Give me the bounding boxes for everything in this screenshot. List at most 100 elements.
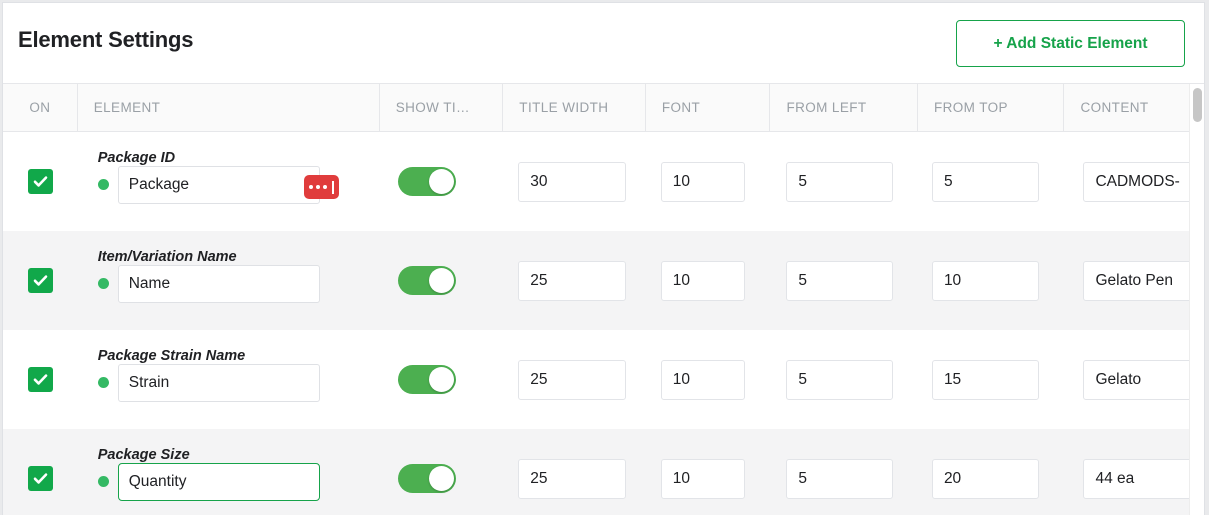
title-width-cell	[503, 429, 646, 515]
from-left-cell	[770, 429, 918, 515]
font-cell	[646, 429, 771, 515]
from-top-input[interactable]	[931, 260, 1039, 301]
dot-glyph	[315, 185, 320, 189]
column-header-show-title: SHOW TI…	[380, 84, 504, 131]
font-input[interactable]	[660, 359, 745, 400]
check-icon	[33, 374, 48, 385]
table-row: Package Size	[3, 429, 1204, 515]
content-input[interactable]	[1083, 458, 1202, 499]
from-top-cell	[918, 132, 1065, 231]
dot-glyph	[308, 185, 313, 189]
app-root: Element Settings + Add Static Element ON…	[0, 0, 1209, 515]
from-top-input[interactable]	[931, 161, 1039, 202]
element-title-input[interactable]	[117, 166, 320, 204]
from-top-cell	[918, 330, 1065, 429]
add-static-element-button[interactable]: + Add Static Element	[956, 20, 1185, 67]
element-title-input[interactable]	[117, 265, 320, 303]
table-header-row: ON ELEMENT SHOW TI… TITLE WIDTH FONT FRO…	[3, 84, 1204, 132]
element-name-label: Package Strain Name	[97, 348, 246, 364]
column-header-from-left: FROM LEFT	[770, 84, 918, 131]
status-dot-icon	[97, 179, 109, 190]
show-title-toggle[interactable]	[397, 167, 456, 196]
from-left-input[interactable]	[786, 458, 894, 499]
title-width-input[interactable]	[518, 359, 627, 400]
element-name-label: Package Size	[97, 447, 190, 463]
title-width-input[interactable]	[518, 458, 627, 499]
element-cell: Item/Variation Name	[78, 231, 380, 330]
column-header-font: FONT	[646, 84, 771, 131]
table-body: Package ID Package 30 10 5 5 CADMODS- It…	[3, 132, 1204, 515]
from-left-input[interactable]	[786, 260, 894, 301]
row-enable-cell	[3, 429, 78, 515]
font-input[interactable]	[660, 260, 745, 301]
check-icon	[33, 176, 48, 187]
row-enabled-checkbox[interactable]	[27, 169, 53, 194]
status-dot-icon	[97, 278, 109, 289]
column-header-from-top: FROM TOP	[918, 84, 1065, 131]
from-top-cell	[918, 429, 1065, 515]
column-header-element: ELEMENT	[78, 84, 380, 131]
element-cell: Package Strain Name	[78, 330, 380, 429]
element-settings-panel: Element Settings + Add Static Element ON…	[2, 2, 1205, 515]
element-cell: Package Size	[78, 429, 380, 515]
element-title-input[interactable]	[117, 364, 320, 402]
from-left-input[interactable]	[786, 161, 894, 202]
more-options-badge-button[interactable]	[303, 175, 339, 199]
content-input[interactable]	[1083, 260, 1202, 301]
from-top-input[interactable]	[931, 458, 1039, 499]
row-enabled-checkbox[interactable]	[27, 367, 53, 392]
column-header-content: CONTENT	[1080, 100, 1149, 115]
show-title-toggle[interactable]	[397, 464, 456, 493]
row-enabled-checkbox[interactable]	[27, 466, 53, 491]
title-width-cell	[503, 132, 646, 231]
content-cell	[1064, 330, 1204, 429]
from-top-input[interactable]	[931, 359, 1039, 400]
settings-table: ON ELEMENT SHOW TI… TITLE WIDTH FONT FRO…	[3, 84, 1204, 515]
content-cell	[1064, 429, 1204, 515]
from-left-cell	[770, 231, 918, 330]
show-title-cell	[380, 330, 504, 429]
column-header-title-width: TITLE WIDTH	[503, 84, 646, 131]
check-icon	[33, 275, 48, 286]
from-left-input[interactable]	[786, 359, 894, 400]
panel-header: Element Settings + Add Static Element	[3, 3, 1204, 84]
font-cell	[646, 132, 771, 231]
toggle-knob	[428, 466, 454, 491]
font-input[interactable]	[660, 161, 745, 202]
content-input[interactable]	[1083, 161, 1202, 202]
title-width-cell	[503, 330, 646, 429]
status-dot-icon	[97, 377, 109, 388]
page-title: Element Settings	[18, 27, 194, 52]
row-enable-cell	[3, 132, 78, 231]
column-header-on: ON	[3, 84, 78, 131]
from-left-cell	[770, 132, 918, 231]
scrollbar-thumb[interactable]	[1193, 88, 1202, 122]
vertical-scrollbar[interactable]	[1189, 84, 1204, 515]
table-row: Package ID	[3, 132, 1204, 231]
row-enable-cell	[3, 231, 78, 330]
toggle-knob	[428, 367, 454, 392]
content-input[interactable]	[1083, 359, 1202, 400]
show-title-cell	[380, 132, 504, 231]
content-cell	[1064, 231, 1204, 330]
element-title-input[interactable]	[117, 463, 320, 501]
check-icon	[33, 473, 48, 484]
from-top-cell	[918, 231, 1065, 330]
dot-glyph	[322, 185, 327, 189]
show-title-toggle[interactable]	[397, 365, 456, 394]
element-cell: Package ID	[78, 132, 380, 231]
content-cell	[1064, 132, 1204, 231]
font-input[interactable]	[660, 458, 745, 499]
row-enabled-checkbox[interactable]	[27, 268, 53, 293]
font-cell	[646, 330, 771, 429]
title-width-input[interactable]	[518, 161, 627, 202]
title-width-input[interactable]	[518, 260, 627, 301]
title-width-cell	[503, 231, 646, 330]
font-cell	[646, 231, 771, 330]
element-name-label: Item/Variation Name	[97, 249, 237, 265]
table-row: Item/Variation Name	[3, 231, 1204, 330]
element-name-label: Package ID	[97, 150, 176, 166]
show-title-toggle[interactable]	[397, 266, 456, 295]
row-enable-cell	[3, 330, 78, 429]
show-title-cell	[380, 429, 504, 515]
